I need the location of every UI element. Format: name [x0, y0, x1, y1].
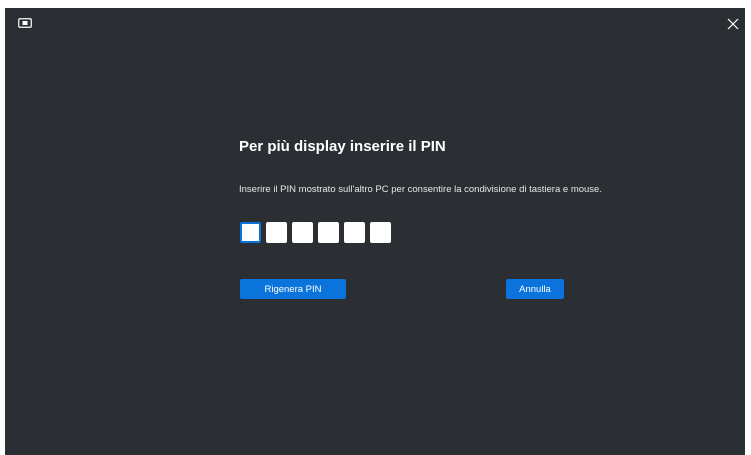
cancel-button[interactable]: Annulla [506, 279, 564, 299]
pin-dialog-window: Per più display inserire il PIN Inserire… [5, 8, 745, 455]
dialog-description: Inserire il PIN mostrato sull'altro PC p… [239, 184, 602, 195]
pin-input-group [240, 222, 391, 243]
pin-digit-3[interactable] [292, 222, 313, 243]
pin-digit-1[interactable] [240, 222, 261, 243]
pin-digit-5[interactable] [344, 222, 365, 243]
regenerate-pin-button[interactable]: Rigenera PIN [240, 279, 346, 299]
display-monitor-icon [18, 18, 32, 28]
pin-digit-2[interactable] [266, 222, 287, 243]
dialog-title: Per più display inserire il PIN [239, 138, 446, 155]
pin-digit-6[interactable] [370, 222, 391, 243]
close-icon[interactable] [725, 16, 741, 32]
pin-digit-4[interactable] [318, 222, 339, 243]
